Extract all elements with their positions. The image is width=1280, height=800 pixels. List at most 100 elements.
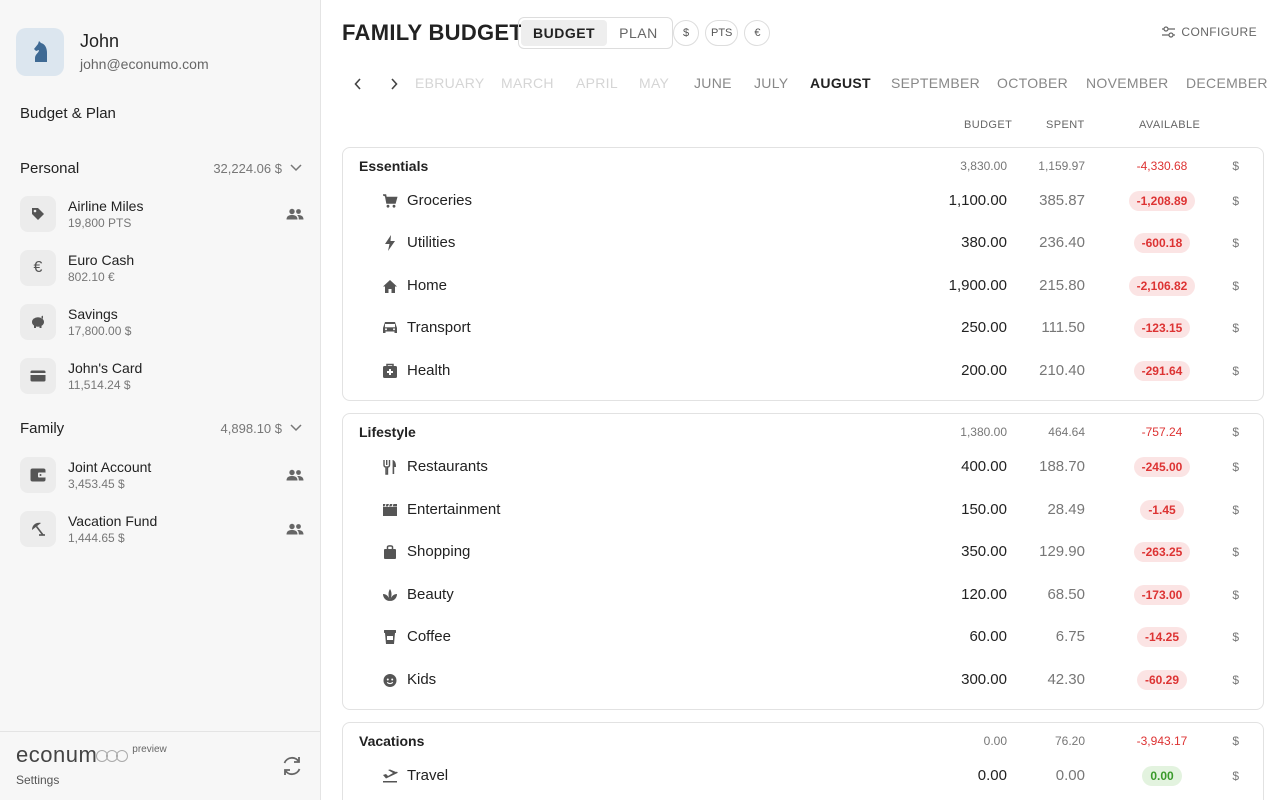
item-budget[interactable]: 120.00	[961, 578, 1007, 612]
item-currency: $	[1232, 545, 1239, 559]
home-icon	[381, 269, 399, 303]
budget-item-row[interactable]: Shopping 350.00 129.90 -263.25 $	[343, 535, 1263, 569]
chevron-down-icon[interactable]	[290, 424, 302, 432]
budget-item-row[interactable]: Restaurants 400.00 188.70 -245.00 $	[343, 450, 1263, 484]
item-spent: 0.00	[1055, 767, 1085, 784]
currency-eur-button[interactable]: €	[744, 20, 771, 46]
item-budget[interactable]: 350.00	[961, 535, 1007, 569]
prev-month-button[interactable]	[348, 72, 368, 96]
mode-plan-button[interactable]: PLAN	[607, 20, 670, 46]
month-september[interactable]: SEPTEMBER	[891, 75, 980, 91]
budget-item-row[interactable]: Home 1,900.00 215.80 -2,106.82 $	[343, 269, 1263, 303]
month-april[interactable]: APRIL	[576, 75, 618, 91]
item-available: -600.18	[1133, 233, 1191, 253]
user-profile[interactable]: John john@econumo.com	[16, 28, 209, 76]
configure-button[interactable]: CONFIGURE	[1162, 25, 1257, 39]
month-june[interactable]: JUNE	[694, 75, 732, 91]
user-name: John	[80, 31, 120, 51]
account-name: Euro Cash	[68, 251, 135, 268]
category-name: Lifestyle	[359, 424, 416, 440]
category-currency: $	[1232, 159, 1239, 173]
budget-item-row[interactable]: Kids 300.00 42.30 -60.29 $	[343, 663, 1263, 697]
budget-item-row[interactable]: Entertainment 150.00 28.49 -1.45 $	[343, 493, 1263, 527]
item-budget[interactable]: 1,900.00	[949, 269, 1007, 303]
budget-item-row[interactable]: Utilities 380.00 236.40 -600.18 $	[343, 226, 1263, 260]
item-budget[interactable]: 1,100.00	[949, 184, 1007, 218]
item-budget[interactable]: 250.00	[961, 311, 1007, 345]
group-name: Family	[20, 419, 65, 437]
settings-link[interactable]: Settings	[16, 773, 59, 787]
chevron-down-icon[interactable]	[290, 164, 302, 172]
category-card-essentials: Essentials 3,830.00 1,159.97 -4,330.68 $…	[342, 147, 1264, 401]
item-available: -245.00	[1133, 457, 1191, 477]
month-october[interactable]: OCTOBER	[997, 75, 1068, 91]
category-row[interactable]: Essentials 3,830.00 1,159.97 -4,330.68 $	[343, 149, 1263, 183]
account-group-personal[interactable]: Personal 32,224.06 $	[20, 158, 302, 178]
month-december[interactable]: DECEMBER	[1186, 75, 1268, 91]
item-name: Transport	[407, 319, 471, 336]
item-budget[interactable]: 60.00	[969, 620, 1007, 654]
month-february[interactable]: EBRUARY	[415, 75, 485, 91]
beach-umbrella-icon	[20, 511, 56, 547]
sliders-icon	[1162, 26, 1176, 38]
car-icon	[381, 311, 399, 345]
budget-item-row[interactable]: Beauty 120.00 68.50 -173.00 $	[343, 578, 1263, 612]
account-joint-account[interactable]: Joint Account 3,453.45 $	[20, 453, 304, 497]
item-spent: 68.50	[1047, 586, 1085, 603]
month-may[interactable]: MAY	[639, 75, 669, 91]
item-name: Beauty	[407, 586, 454, 603]
refresh-button[interactable]	[280, 754, 304, 783]
item-currency: $	[1232, 194, 1239, 208]
item-available: -1,208.89	[1128, 191, 1196, 211]
budget-item-row[interactable]: Transport 250.00 111.50 -123.15 $	[343, 311, 1263, 345]
item-budget[interactable]: 150.00	[961, 493, 1007, 527]
account-group-family[interactable]: Family 4,898.10 $	[20, 418, 302, 438]
budget-item-row[interactable]: Health 200.00 210.40 -291.64 $	[343, 354, 1263, 388]
sidebar-footer: econum preview Settings	[0, 731, 320, 800]
category-budget: 3,830.00	[960, 159, 1007, 173]
item-currency: $	[1232, 588, 1239, 602]
currency-usd-button[interactable]: $	[673, 20, 699, 46]
currency-pts-button[interactable]: PTS	[705, 20, 739, 46]
shared-users-icon	[286, 469, 304, 481]
month-july[interactable]: JULY	[754, 75, 788, 91]
mode-toggle: BUDGET PLAN	[518, 17, 673, 49]
budget-main: FAMILY BUDGET BUDGET PLAN $ PTS € CONFIG…	[321, 0, 1280, 800]
credit-card-icon	[20, 358, 56, 394]
account-euro-cash[interactable]: € Euro Cash 802.10 €	[20, 246, 304, 290]
budget-item-row[interactable]: Travel 0.00 0.00 0.00 $	[343, 759, 1263, 793]
mode-budget-button[interactable]: BUDGET	[521, 20, 608, 46]
item-spent: 42.30	[1047, 671, 1085, 688]
month-november[interactable]: NOVEMBER	[1086, 75, 1169, 91]
account-balance: 17,800.00 $	[68, 323, 132, 338]
shopping-bag-icon	[381, 535, 399, 569]
euro-icon: €	[20, 250, 56, 286]
item-name: Entertainment	[407, 501, 501, 518]
piggy-bank-icon	[20, 304, 56, 340]
sidebar: John john@econumo.com Budget & Plan Pers…	[0, 0, 321, 800]
account-name: Joint Account	[68, 458, 152, 475]
month-august[interactable]: AUGUST	[810, 75, 871, 91]
category-row[interactable]: Vacations 0.00 76.20 -3,943.17 $	[343, 724, 1263, 758]
budget-item-row[interactable]: Groceries 1,100.00 385.87 -1,208.89 $	[343, 184, 1263, 218]
item-budget[interactable]: 300.00	[961, 663, 1007, 697]
item-budget[interactable]: 400.00	[961, 450, 1007, 484]
item-budget[interactable]: 0.00	[978, 759, 1007, 793]
account-johns-card[interactable]: John's Card 11,514.24 $	[20, 354, 304, 398]
account-savings[interactable]: Savings 17,800.00 $	[20, 300, 304, 344]
account-airline-miles[interactable]: Airline Miles 19,800 PTS	[20, 192, 304, 236]
category-spent: 1,159.97	[1038, 159, 1085, 173]
category-row[interactable]: Lifestyle 1,380.00 464.64 -757.24 $	[343, 415, 1263, 449]
next-month-button[interactable]	[384, 72, 404, 96]
budget-item-row[interactable]: Coffee 60.00 6.75 -14.25 $	[343, 620, 1263, 654]
column-header-spent: SPENT	[1046, 119, 1085, 131]
chevron-left-icon	[354, 78, 361, 90]
account-vacation-fund[interactable]: Vacation Fund 1,444.65 $	[20, 507, 304, 551]
month-march[interactable]: MARCH	[501, 75, 554, 91]
item-currency: $	[1232, 236, 1239, 250]
item-currency: $	[1232, 364, 1239, 378]
item-budget[interactable]: 200.00	[961, 354, 1007, 388]
item-budget[interactable]: 380.00	[961, 226, 1007, 260]
refresh-icon	[283, 756, 301, 776]
nav-budget-plan[interactable]: Budget & Plan	[20, 105, 116, 122]
